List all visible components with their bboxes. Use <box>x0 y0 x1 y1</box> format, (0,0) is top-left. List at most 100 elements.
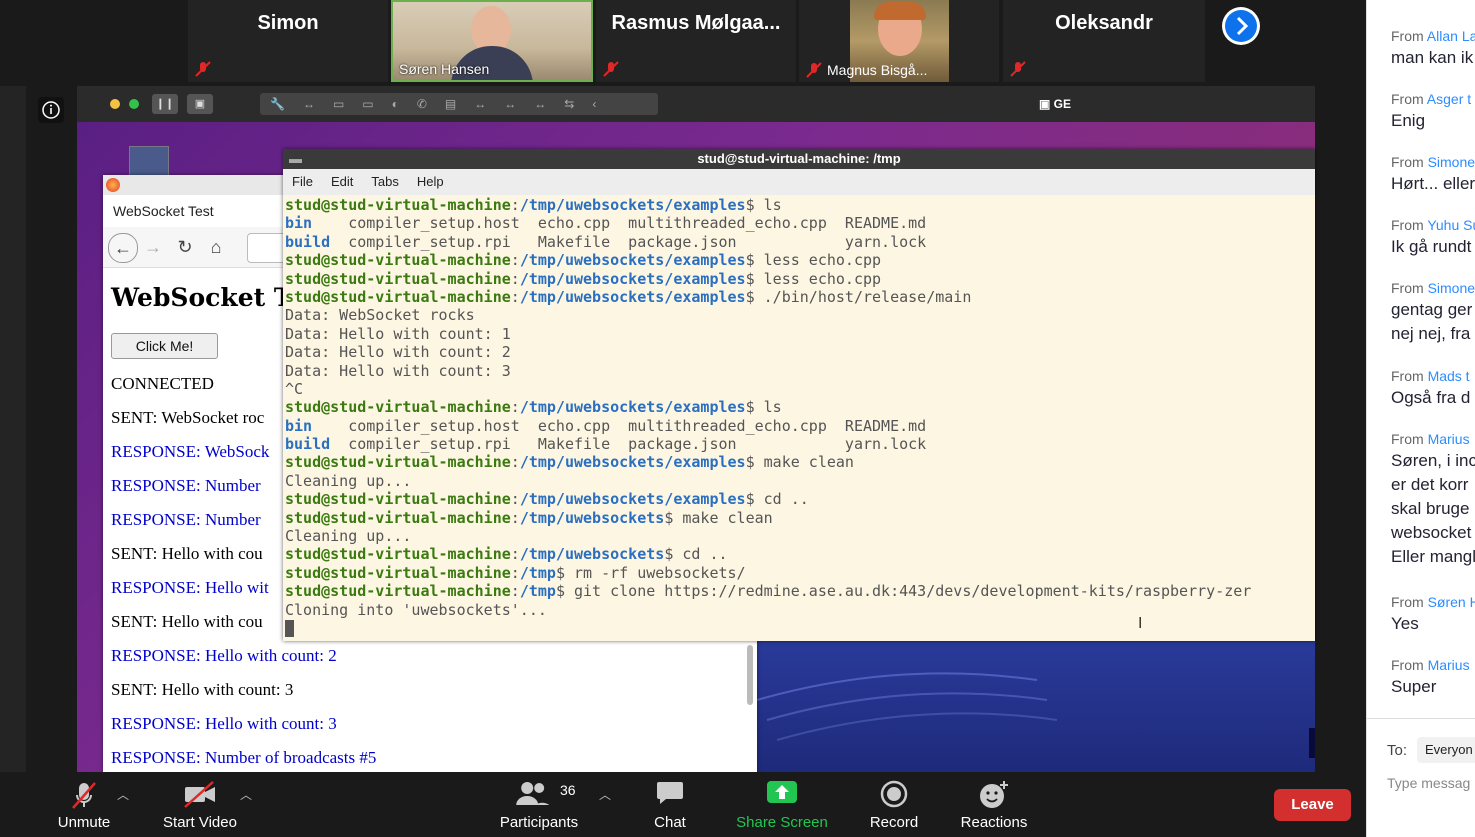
output-text: Cleaning up... <box>285 527 412 546</box>
chat-sender: From Allan La <box>1391 28 1475 44</box>
snapshot-icon[interactable]: ▣ <box>187 94 213 114</box>
prompt-dollar: $ <box>664 508 683 527</box>
reactions-button[interactable]: Reactions <box>954 772 1034 837</box>
prompt-user: stud@stud-virtual-machine <box>285 490 511 509</box>
terminal-output[interactable]: stud@stud-virtual-machine: /tmp/uwebsocke… <box>285 196 1315 637</box>
forward-arrow-icon[interactable]: → <box>139 233 167 261</box>
chat-sender-name[interactable]: Allan La <box>1427 28 1475 44</box>
terminal-line: bin compiler_setup.host echo.cpp multith… <box>285 214 1315 232</box>
ls-output: compiler_setup.host echo.cpp multithread… <box>312 214 927 233</box>
chat-from-prefix: From <box>1391 657 1424 673</box>
chat-bubble-icon <box>657 782 683 804</box>
output-text: Cleaning up... <box>285 471 412 490</box>
command-text: cd .. <box>682 545 728 564</box>
mic-muted-icon <box>806 62 822 78</box>
chat-from-prefix: From <box>1391 368 1424 384</box>
chat-recipient-select[interactable]: Everyon <box>1417 737 1475 763</box>
participant-tile[interactable]: Rasmus Mølgaa... <box>596 0 796 82</box>
chat-sender-name[interactable]: Simone <box>1428 280 1475 296</box>
vm-device-toolbar[interactable]: 🔧↔▭▭◐✆▤↔↔↔⇆‹ <box>260 93 658 115</box>
chat-button[interactable]: Chat <box>640 772 700 837</box>
prompt-dollar: $ <box>664 545 683 564</box>
menu-help[interactable]: Help <box>417 174 444 189</box>
menu-file[interactable]: File <box>292 174 313 189</box>
video-options-caret-icon[interactable]: ︿ <box>240 786 252 803</box>
participant-video-tile[interactable]: Magnus Bisgå... <box>799 0 999 82</box>
browser-tab[interactable]: WebSocket Test <box>107 197 293 225</box>
participant-tile[interactable]: Oleksandr <box>1003 0 1205 82</box>
click-me-button[interactable]: Click Me! <box>111 333 218 359</box>
prompt-user: stud@stud-virtual-machine <box>285 508 511 527</box>
info-icon[interactable] <box>38 97 64 123</box>
log-line: RESPONSE: Hello wit <box>111 578 269 597</box>
log-line: SENT: WebSocket roc <box>111 408 265 427</box>
share-screen-button[interactable]: Share Screen <box>732 772 832 837</box>
terminal-line: build compiler_setup.rpi Makefile packag… <box>285 435 1315 453</box>
prompt-path: /tmp <box>519 582 556 601</box>
chat-sender-name[interactable]: Asger t <box>1427 91 1471 107</box>
terminal-cursor-line <box>285 619 1315 637</box>
left-edge-bar <box>0 0 26 837</box>
start-video-button[interactable]: Start Video <box>158 772 242 837</box>
terminal-line: stud@stud-virtual-machine:/tmp$ rm -rf u… <box>285 564 1315 582</box>
chat-sender-name[interactable]: Marius <box>1428 657 1470 673</box>
chat-sender-name[interactable]: Mads t <box>1428 368 1470 384</box>
chat-message: From Simone Hørt... eller <box>1391 154 1475 194</box>
log-line: RESPONSE: Hello with count: 3 <box>111 714 337 733</box>
chat-sender: From Marius <box>1391 657 1470 673</box>
desktop-terminal-icon[interactable] <box>129 146 169 176</box>
chat-sender-name[interactable]: Yuhu Su <box>1427 217 1475 233</box>
prompt-path: /tmp/uwebsockets/examples <box>519 398 746 417</box>
log-line: RESPONSE: Number <box>111 510 261 529</box>
window-minimize-button[interactable] <box>110 99 120 109</box>
prompt-dollar: $ <box>745 196 764 214</box>
chat-panel: From Allan La man kan ik From Asger t Enig… <box>1366 0 1475 837</box>
back-arrow-icon[interactable]: ← <box>108 233 138 263</box>
terminal-line: stud@stud-virtual-machine:/tmp/uwebsocke… <box>285 270 1315 288</box>
audio-options-caret-icon[interactable]: ︿ <box>117 786 129 803</box>
terminal-line: stud@stud-virtual-machine:/tmp/uwebsocke… <box>285 490 1315 508</box>
output-text: Data: Hello with count: 1 <box>285 324 511 343</box>
chat-text: man kan ik <box>1391 48 1474 67</box>
scrollbar-thumb[interactable] <box>747 645 753 705</box>
chat-sender: From Søren H <box>1391 594 1475 610</box>
participant-name: Simon <box>257 12 319 34</box>
chat-from-prefix: From <box>1391 28 1424 44</box>
participants-button[interactable]: 36 Participants <box>494 772 584 837</box>
terminal-line: stud@stud-virtual-machine:/tmp/uwebsocke… <box>285 453 1315 471</box>
window-maximize-button[interactable] <box>129 99 139 109</box>
prompt-user: stud@stud-virtual-machine <box>285 269 511 288</box>
chat-from-prefix: From <box>1391 91 1424 107</box>
chat-message-input[interactable]: Type messag <box>1387 775 1475 791</box>
chat-text: nej nej, fra <box>1391 324 1471 343</box>
menu-tabs[interactable]: Tabs <box>371 174 398 189</box>
terminal-line: Cloning into 'uwebsockets'... <box>285 601 1315 619</box>
unmute-button[interactable]: Unmute <box>50 772 118 837</box>
prompt-user: stud@stud-virtual-machine <box>285 563 511 582</box>
participant-strip: Simon Søren Hansen Rasmus Mølgaa... Magn… <box>0 0 1366 86</box>
menu-edit[interactable]: Edit <box>331 174 353 189</box>
participants-options-caret-icon[interactable]: ︿ <box>599 786 611 803</box>
participant-tile[interactable]: Simon <box>188 0 388 82</box>
terminal-line: stud@stud-virtual-machine:/tmp/uwebsocke… <box>285 251 1315 269</box>
reload-icon[interactable]: ↻ <box>171 233 199 261</box>
next-page-arrow-icon[interactable] <box>1221 6 1261 46</box>
log-line: RESPONSE: Hello with count: 2 <box>111 646 337 665</box>
chat-sender-name[interactable]: Søren H <box>1428 594 1475 610</box>
chat-sender-name[interactable]: Marius <box>1428 431 1470 447</box>
pause-icon[interactable]: ❙❙ <box>152 94 178 114</box>
terminal-line: stud@stud-virtual-machine:/tmp/uwebsocke… <box>285 196 1315 214</box>
chat-sender-name[interactable]: Simone <box>1428 154 1475 170</box>
start-video-label: Start Video <box>163 814 237 831</box>
chat-text: websocket <box>1391 523 1472 542</box>
record-button[interactable]: Record <box>863 772 925 837</box>
chat-from-prefix: From <box>1391 154 1424 170</box>
prompt-sep: : <box>510 582 520 601</box>
command-text: less echo.cpp <box>763 251 882 270</box>
home-icon[interactable]: ⌂ <box>202 233 230 261</box>
participant-video-tile[interactable]: Søren Hansen <box>391 0 593 82</box>
mic-muted-icon <box>603 61 619 77</box>
leave-button[interactable]: Leave <box>1274 789 1351 821</box>
prompt-dollar: $ <box>745 453 764 472</box>
prompt-path: /tmp/uwebsockets/examples <box>519 287 746 306</box>
